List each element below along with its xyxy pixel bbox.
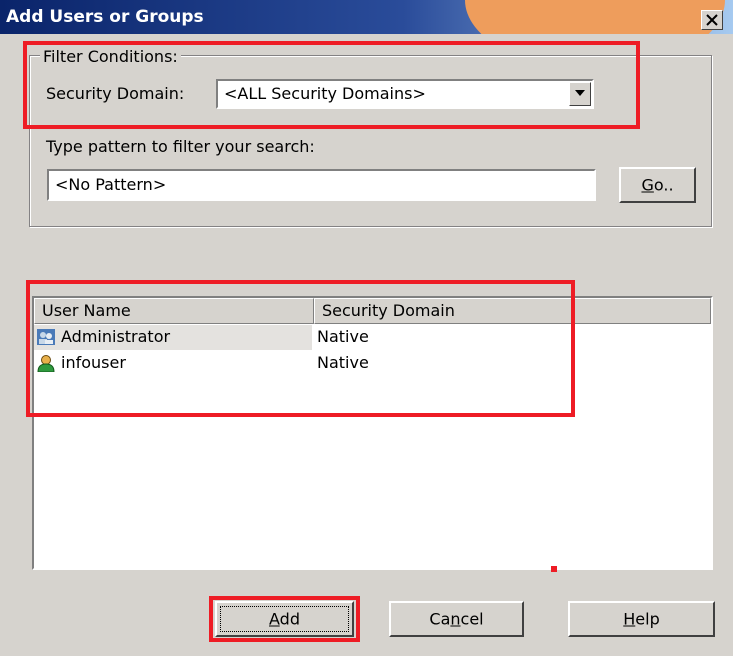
group-icon	[37, 329, 55, 345]
security-domain-cell: Native	[317, 353, 369, 372]
add-button-label: Add	[269, 609, 300, 629]
help-button[interactable]: Help	[568, 601, 715, 637]
cancel-button-label: Cancel	[429, 609, 484, 629]
column-header-user-name[interactable]: User Name	[34, 298, 314, 324]
user-name-cell: infouser	[61, 353, 126, 372]
user-name-cell: Administrator	[61, 327, 171, 346]
pattern-input[interactable]: <No Pattern>	[47, 169, 596, 201]
security-domain-label: Security Domain:	[46, 84, 185, 103]
column-header-label: Security Domain	[322, 301, 455, 320]
users-list[interactable]: User Name Security Domain Administrator …	[32, 296, 713, 570]
filter-conditions-legend: Filter Conditions:	[40, 47, 181, 66]
security-domain-value: <ALL Security Domains>	[224, 84, 426, 103]
list-row-infouser[interactable]: infouser Native	[34, 351, 711, 376]
pattern-value: <No Pattern>	[55, 175, 167, 194]
chevron-down-icon	[575, 90, 585, 96]
title-bar: Add Users or Groups	[0, 0, 733, 34]
security-domain-cell: Native	[317, 327, 369, 346]
dropdown-arrow-button[interactable]	[569, 82, 591, 106]
window-title: Add Users or Groups	[6, 7, 204, 27]
background-decoration	[465, 0, 725, 34]
pattern-label: Type pattern to filter your search:	[46, 137, 315, 156]
go-button-label: Go..	[641, 175, 674, 195]
cancel-button[interactable]: Cancel	[389, 601, 524, 637]
security-domain-dropdown[interactable]: <ALL Security Domains>	[216, 79, 594, 109]
annotation-dot	[551, 566, 557, 572]
go-button[interactable]: Go..	[619, 167, 696, 203]
add-button[interactable]: Add	[215, 601, 354, 637]
list-row-administrator[interactable]: Administrator Native	[34, 325, 711, 350]
column-header-label: User Name	[42, 301, 131, 320]
help-button-label: Help	[623, 609, 660, 629]
dialog-window: Add Users or Groups Filter Conditions: S…	[0, 0, 733, 656]
user-icon	[37, 355, 55, 372]
close-button[interactable]	[701, 10, 723, 30]
close-icon	[706, 14, 718, 26]
column-header-security-domain[interactable]: Security Domain	[314, 298, 711, 324]
